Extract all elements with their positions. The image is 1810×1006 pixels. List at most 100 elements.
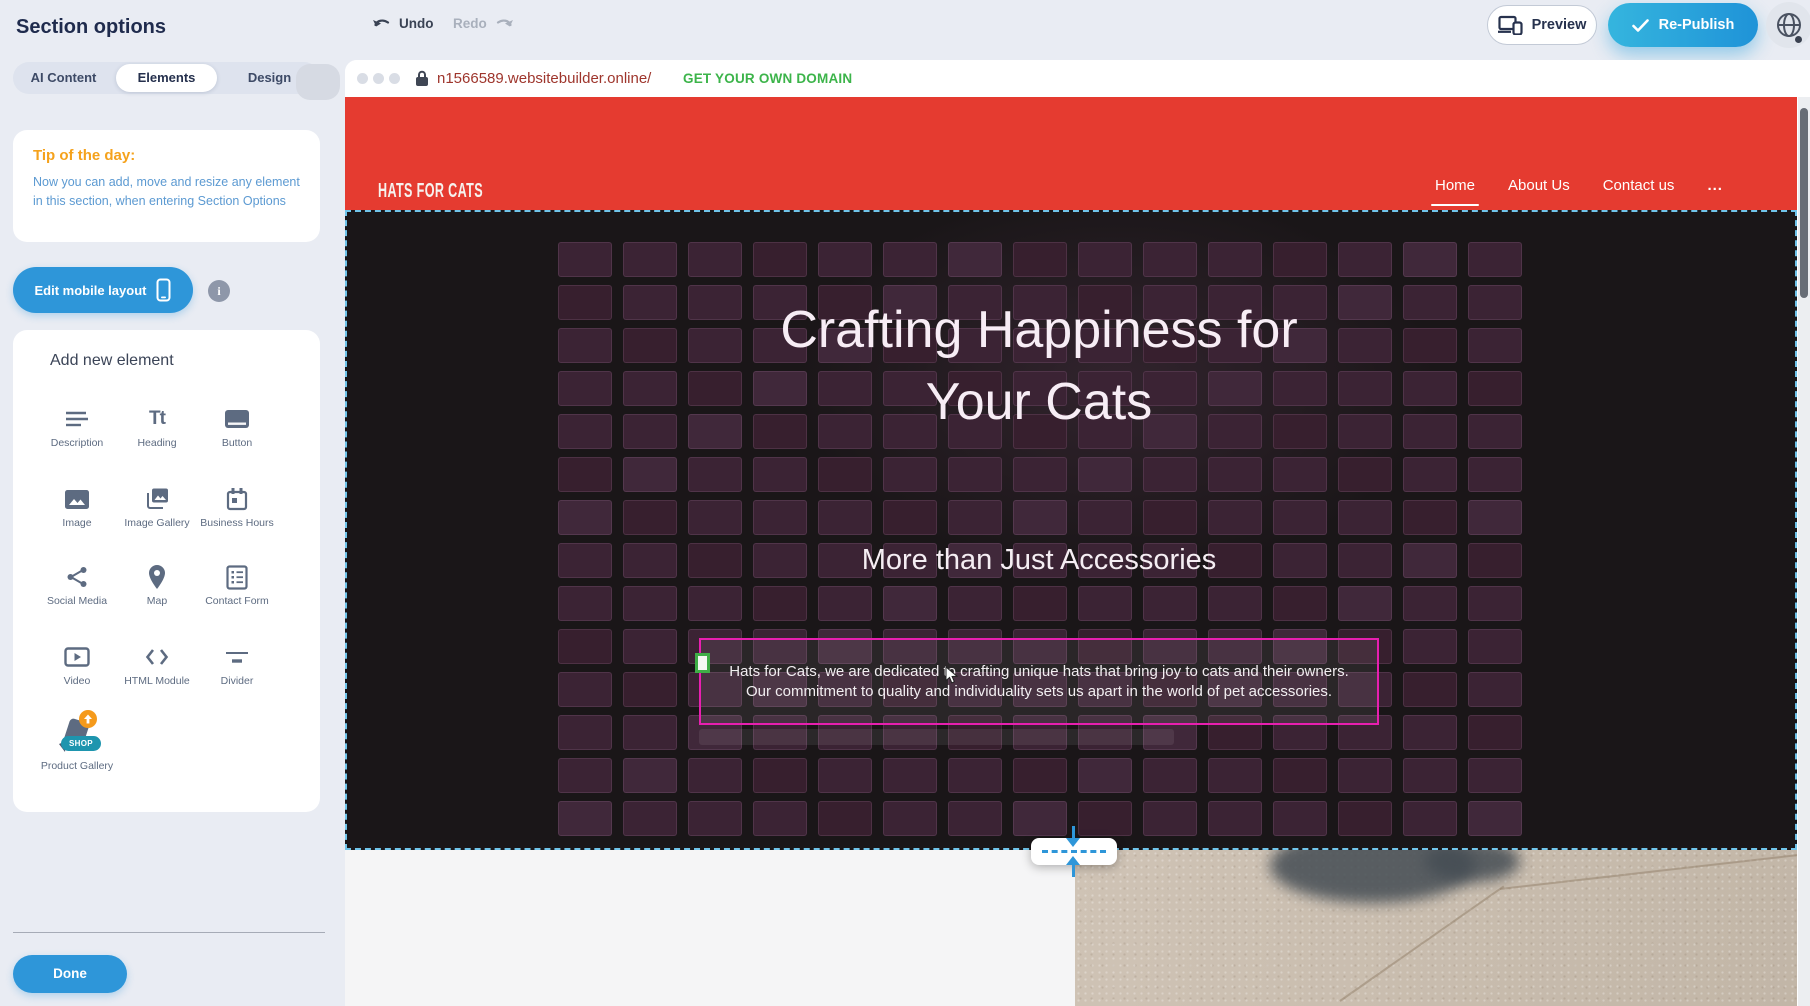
hero-tile [818,801,872,836]
nav-contact-us[interactable]: Contact us [1603,177,1675,194]
hero-tile [1208,758,1262,793]
hero-tile [1208,457,1262,492]
preview-button[interactable]: Preview [1487,5,1597,45]
get-domain-link[interactable]: GET YOUR OWN DOMAIN [683,71,852,86]
hero-tile [1273,758,1327,793]
element-image-gallery[interactable]: Image Gallery [119,485,195,529]
element-map[interactable]: Map [119,563,195,607]
hero-tile [753,801,807,836]
hero-tile [558,543,612,578]
hero-tile [1403,543,1457,578]
element-description[interactable]: Description [39,405,115,449]
hero-heading[interactable]: Crafting Happiness for Your Cats [699,294,1379,438]
republish-button[interactable]: Re-Publish [1608,3,1758,47]
globe-button[interactable] [1766,2,1810,48]
add-element-card: Add new element Description Tt Heading B… [13,330,320,812]
hero-tile [623,715,677,750]
hero-tile [1273,242,1327,277]
hero-tile [623,285,677,320]
element-video[interactable]: Video [39,643,115,687]
edit-mobile-layout-button[interactable]: Edit mobile layout [13,267,193,313]
globe-notification-dot [1795,36,1802,43]
site-header: HATS FOR CATS Home About Us Contact us .… [345,97,1797,210]
preview-scrollbar-thumb[interactable] [1800,108,1808,298]
element-image[interactable]: Image [39,485,115,529]
window-dot-3 [389,73,400,84]
republish-label: Re-Publish [1659,17,1735,33]
element-html-module[interactable]: HTML Module [119,643,195,687]
hero-tile [1143,242,1197,277]
hero-tile [1078,242,1132,277]
done-button[interactable]: Done [13,955,127,993]
hero-tile [1403,414,1457,449]
element-contact-form[interactable]: Contact Form [199,563,275,607]
resize-arrow-down [1072,826,1075,838]
hero-tile [1338,586,1392,621]
hero-tile [623,758,677,793]
tip-title: Tip of the day: [33,147,300,164]
hero-tile [1078,758,1132,793]
hero-section-selected[interactable]: Crafting Happiness for Your Cats More th… [345,210,1797,850]
hero-tile [1403,242,1457,277]
nav-about-us[interactable]: About Us [1508,177,1570,194]
hero-tile [558,586,612,621]
hero-tile [558,328,612,363]
hero-tile [818,758,872,793]
hero-tile [883,242,937,277]
hero-tile [558,629,612,664]
site-preview-window: n1566589.websitebuilder.online/ GET YOUR… [345,60,1810,1006]
address-bar-url[interactable]: n1566589.websitebuilder.online/ [437,70,651,87]
hero-tile [623,457,677,492]
hero-tile [818,457,872,492]
redo-button[interactable]: Redo [453,16,514,31]
hero-tile [1468,328,1522,363]
browser-bar: n1566589.websitebuilder.online/ GET YOUR… [345,60,1810,97]
hero-tile [1013,500,1067,535]
nav-home[interactable]: Home [1435,177,1475,194]
tab-ai-content[interactable]: AI Content [13,62,114,94]
undo-button[interactable]: Undo [372,16,434,31]
edit-mobile-layout-label: Edit mobile layout [35,283,147,298]
hero-tile [1013,801,1067,836]
element-business-hours[interactable]: Business Hours [199,485,275,529]
hero-tile [688,457,742,492]
hero-tile [1468,371,1522,406]
hero-tile [1403,715,1457,750]
hero-tile [1468,586,1522,621]
hero-tile [623,672,677,707]
element-button[interactable]: Button [199,405,275,449]
hero-tile [883,457,937,492]
form-icon [199,563,275,591]
devices-icon [1498,15,1523,35]
hero-tile [1403,457,1457,492]
hero-tile [948,500,1002,535]
element-drag-handle[interactable] [695,653,710,673]
hero-tile [948,457,1002,492]
element-hover-slot[interactable] [699,729,1174,745]
hero-tile [753,500,807,535]
hero-subheading[interactable]: More than Just Accessories [699,544,1379,577]
nav-more[interactable]: ... [1707,177,1723,194]
window-dot-2 [373,73,384,84]
hero-tile [1338,500,1392,535]
element-product-gallery[interactable]: SHOP Product Gallery [39,708,115,772]
hero-tile [948,758,1002,793]
hero-tile [1403,801,1457,836]
selected-text-element[interactable]: Hats for Cats, we are dedicated to craft… [699,638,1379,725]
hero-tile [1468,758,1522,793]
site-logo[interactable]: HATS FOR CATS [378,179,483,203]
element-heading[interactable]: Tt Heading [119,405,195,449]
hero-tile [818,500,872,535]
tip-card: Tip of the day: Now you can add, move an… [13,130,320,242]
hero-tile [948,801,1002,836]
hero-tile [883,758,937,793]
hero-tile [623,414,677,449]
info-icon[interactable]: i [208,280,230,302]
hero-tile [1208,500,1262,535]
image-icon [39,485,115,513]
element-divider[interactable]: Divider [199,643,275,687]
hero-tile [1403,500,1457,535]
tab-elements[interactable]: Elements [116,64,217,92]
hero-tile [558,801,612,836]
element-social-media[interactable]: Social Media [39,563,115,607]
